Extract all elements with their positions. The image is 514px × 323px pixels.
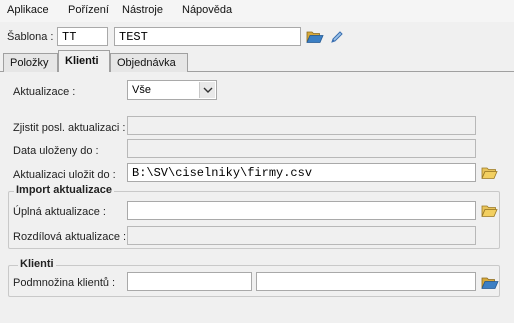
- uplna-label: Úplná aktualizace :: [13, 206, 106, 218]
- pencil-icon[interactable]: [330, 30, 344, 47]
- ulozit-do-field[interactable]: B:\SV\ciselniky\firmy.csv: [127, 163, 476, 182]
- podmnozina-label: Podmnožina klientů :: [13, 277, 116, 289]
- folder-icon[interactable]: [481, 166, 498, 184]
- rozdilova-label: Rozdílová aktualizace :: [13, 231, 127, 243]
- tab-polozky[interactable]: Položky: [3, 53, 58, 72]
- menu-napoveda[interactable]: Nápověda: [182, 4, 232, 16]
- menu-porizeni[interactable]: Pořízení: [68, 4, 109, 16]
- aktualizace-label: Aktualizace :: [13, 86, 76, 98]
- sablona-code-field[interactable]: TT: [57, 27, 108, 46]
- podmnozina-field-2[interactable]: [256, 272, 476, 291]
- klienti-group-title: Klienti: [18, 258, 56, 270]
- data-ulozeny-field: [127, 139, 476, 158]
- sablona-label: Šablona :: [7, 31, 54, 43]
- zjistit-field: [127, 116, 476, 135]
- rozdilova-field: [127, 226, 476, 245]
- open-folder-icon[interactable]: [306, 29, 324, 48]
- open-folder-icon[interactable]: [481, 275, 499, 294]
- ulozit-do-label: Aktualizaci uložit do :: [13, 169, 116, 181]
- podmnozina-field-1[interactable]: [127, 272, 252, 291]
- tab-klienti[interactable]: Klienti: [58, 50, 110, 72]
- data-ulozeny-label: Data uloženy do :: [13, 145, 99, 157]
- folder-icon[interactable]: [481, 204, 498, 222]
- import-group-title: Import aktualizace: [14, 184, 114, 196]
- menu-nastroje[interactable]: Nástroje: [122, 4, 163, 16]
- uplna-field[interactable]: [127, 201, 476, 220]
- tab-objednavka[interactable]: Objednávka: [110, 53, 188, 72]
- chevron-down-icon[interactable]: [199, 82, 215, 98]
- menu-aplikace[interactable]: Aplikace: [7, 4, 49, 16]
- aktualizace-value: Vše: [132, 84, 151, 96]
- menu-bar: Aplikace Pořízení Nástroje Nápověda: [0, 0, 514, 22]
- zjistit-label: Zjistit posl. aktualizaci :: [13, 122, 126, 134]
- aktualizace-select[interactable]: Vše: [127, 80, 217, 100]
- sablona-name-field[interactable]: TEST: [114, 27, 301, 46]
